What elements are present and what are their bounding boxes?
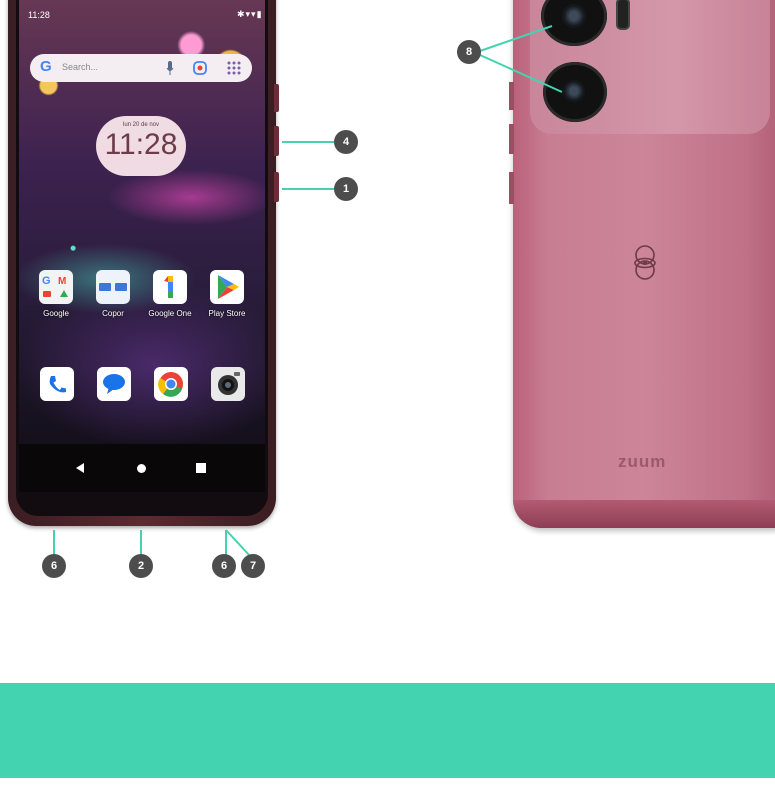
chrome-icon [158,372,183,397]
callout-badge-7: 7 [241,554,265,578]
copor-icon [99,283,127,291]
status-time: 11:28 [28,10,50,20]
search-placeholder: Search... [62,62,99,72]
callout-line-1 [282,188,334,190]
side-button-upper [274,84,279,112]
lens-icon[interactable] [192,60,208,76]
callout-line-2 [140,530,142,555]
nav-recent-icon[interactable] [196,463,206,473]
flash-icon [616,0,630,30]
apps-grid-icon[interactable] [226,60,242,76]
callout-line-4 [282,141,334,143]
dock-phone[interactable] [40,367,74,401]
app-label-play-store: Play Store [208,309,246,318]
dock-camera[interactable] [211,367,245,401]
back-side-button [509,172,514,204]
nav-back-icon[interactable] [76,463,84,473]
volume-button [274,126,279,156]
dock-chrome[interactable] [154,367,188,401]
brand-logo-icon [634,245,656,280]
app-google-one[interactable] [153,270,187,304]
app-copor[interactable] [96,270,130,304]
app-play-store[interactable] [210,270,244,304]
svg-text:G: G [42,275,51,287]
callout-line-6a [53,530,55,555]
callout-lines-8 [479,25,563,93]
callout-badge-6b: 6 [212,554,236,578]
status-icons: ✱▾▾▮ [237,9,263,19]
google-one-icon [164,276,173,298]
callout-badge-6a: 6 [42,554,66,578]
phone-icon [49,376,66,393]
mic-icon[interactable] [166,60,174,76]
messages-icon [103,374,125,394]
dock-messages[interactable] [97,367,131,401]
back-phone-bottom-edge [513,500,775,528]
callout-badge-1: 1 [334,177,358,201]
clock-time: 11:28 [104,128,178,161]
power-button [274,172,279,202]
callout-badge-2: 2 [129,554,153,578]
camera-icon [218,372,240,395]
google-folder-icon: G M [42,275,68,297]
nav-home-icon[interactable] [137,464,146,473]
callout-badge-8: 8 [457,40,481,64]
accent-band [0,683,775,778]
brand-wordmark: zuum [618,452,667,471]
callout-badge-4: 4 [334,130,358,154]
back-side-button [509,124,514,154]
google-g-icon: G [40,58,52,75]
play-store-icon [218,275,239,299]
svg-text:M: M [58,276,66,287]
app-google-folder[interactable]: G M [39,270,73,304]
